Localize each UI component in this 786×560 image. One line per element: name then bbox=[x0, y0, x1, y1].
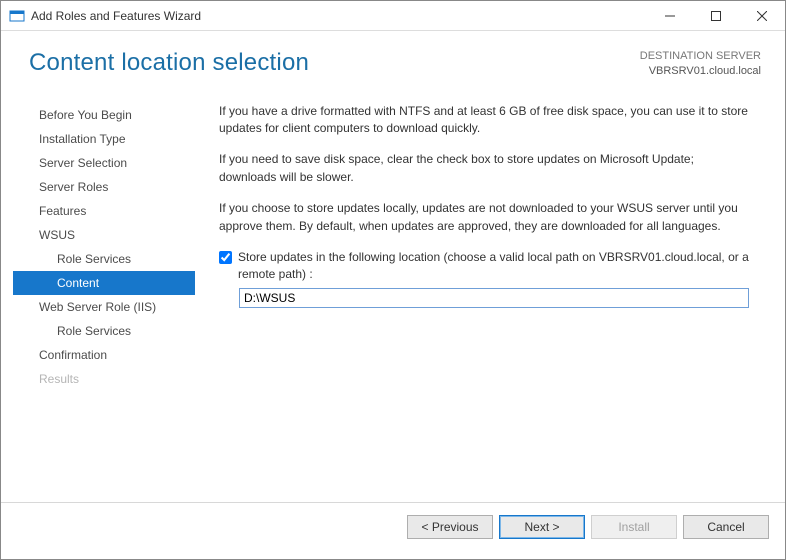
intro-para-1: If you have a drive formatted with NTFS … bbox=[219, 103, 749, 138]
destination-server-value: VBRSRV01.cloud.local bbox=[640, 64, 761, 79]
store-updates-label: Store updates in the following location … bbox=[238, 249, 749, 284]
nav-step[interactable]: Before You Begin bbox=[13, 103, 195, 127]
store-updates-option[interactable]: Store updates in the following location … bbox=[219, 249, 749, 284]
next-button[interactable]: Next > bbox=[499, 515, 585, 539]
intro-para-3: If you choose to store updates locally, … bbox=[219, 200, 749, 235]
nav-step[interactable]: Installation Type bbox=[13, 127, 195, 151]
body: Before You BeginInstallation TypeServer … bbox=[1, 91, 785, 502]
intro-para-2: If you need to save disk space, clear th… bbox=[219, 151, 749, 186]
previous-button[interactable]: < Previous bbox=[407, 515, 493, 539]
nav-step[interactable]: WSUS bbox=[13, 223, 195, 247]
nav-step[interactable]: Features bbox=[13, 199, 195, 223]
nav-step[interactable]: Confirmation bbox=[13, 343, 195, 367]
maximize-button[interactable] bbox=[693, 1, 739, 31]
nav-step[interactable]: Content bbox=[13, 271, 195, 295]
destination-server-label: DESTINATION SERVER bbox=[640, 49, 761, 64]
nav-step: Results bbox=[13, 367, 195, 391]
titlebar: Add Roles and Features Wizard bbox=[1, 1, 785, 31]
content-pane: If you have a drive formatted with NTFS … bbox=[195, 99, 771, 502]
wizard-footer: < Previous Next > Install Cancel bbox=[1, 502, 785, 559]
window-title: Add Roles and Features Wizard bbox=[31, 9, 201, 23]
wizard-window: Add Roles and Features Wizard Content lo… bbox=[0, 0, 786, 560]
close-button[interactable] bbox=[739, 1, 785, 31]
nav-step[interactable]: Server Roles bbox=[13, 175, 195, 199]
page-title: Content location selection bbox=[29, 49, 640, 77]
nav-step[interactable]: Role Services bbox=[13, 319, 195, 343]
install-button[interactable]: Install bbox=[591, 515, 677, 539]
step-nav: Before You BeginInstallation TypeServer … bbox=[13, 99, 195, 502]
minimize-button[interactable] bbox=[647, 1, 693, 31]
cancel-button[interactable]: Cancel bbox=[683, 515, 769, 539]
nav-step[interactable]: Server Selection bbox=[13, 151, 195, 175]
app-icon bbox=[9, 8, 25, 24]
store-updates-checkbox[interactable] bbox=[219, 251, 232, 264]
page-header: Content location selection DESTINATION S… bbox=[1, 31, 785, 91]
nav-step[interactable]: Role Services bbox=[13, 247, 195, 271]
content-location-input[interactable] bbox=[239, 288, 749, 308]
destination-server: DESTINATION SERVER VBRSRV01.cloud.local bbox=[640, 49, 761, 79]
nav-step[interactable]: Web Server Role (IIS) bbox=[13, 295, 195, 319]
